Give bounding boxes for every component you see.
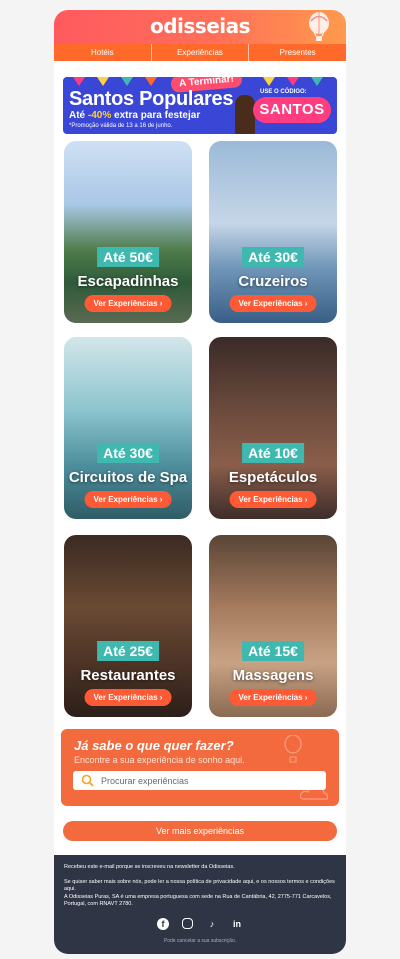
balloon-doodle-icon: [284, 735, 302, 763]
banner-person-image: [235, 95, 255, 134]
search-input[interactable]: Procurar experiências: [73, 771, 326, 790]
nav-experiencias[interactable]: Experiências: [152, 44, 250, 61]
banner-subtitle-prefix: Até: [69, 110, 86, 121]
newsletter-email: odisseias Hotéis Experiências Presentes: [54, 10, 346, 954]
card-title: Circuitos de Spa: [68, 469, 188, 486]
facebook-icon[interactable]: f: [157, 918, 169, 930]
price-badge: Até 50€: [97, 247, 159, 267]
search-title: Já sabe o que quer fazer?: [74, 738, 234, 753]
view-experiences-button[interactable]: Ver Experiências ›: [84, 689, 172, 706]
card-circuitos-de-spa[interactable]: Até 30€ Circuitos de Spa Ver Experiência…: [64, 337, 192, 519]
linkedin-icon[interactable]: in: [231, 918, 243, 930]
header: odisseias: [54, 10, 346, 44]
banner-discount: -40%: [87, 110, 112, 121]
banner-subtitle-suffix: extra para festejar: [114, 110, 201, 121]
card-massagens[interactable]: Até 15€ Massagens Ver Experiências ›: [209, 535, 337, 717]
odisseias-logo[interactable]: odisseias: [54, 14, 346, 38]
footer: Recebeu este e-mail porque se inscreveu …: [54, 855, 346, 954]
view-experiences-button[interactable]: Ver Experiências ›: [84, 295, 172, 312]
view-experiences-button[interactable]: Ver Experiências ›: [229, 295, 317, 312]
card-title: Espetáculos: [228, 469, 318, 486]
card-escapadinhas[interactable]: Até 50€ Escapadinhas Ver Experiências ›: [64, 141, 192, 323]
view-experiences-button[interactable]: Ver Experiências ›: [229, 689, 317, 706]
social-links: f ♪ in: [54, 918, 346, 930]
promo-code: SANTOS: [253, 97, 331, 123]
santos-populares-banner[interactable]: A Terminar! Santos Populares Até -40% ex…: [63, 77, 337, 134]
card-title: Escapadinhas: [77, 273, 179, 290]
banner-note: *Promoção válida de 13 a 16 de junho.: [69, 123, 173, 129]
card-cruzeiros[interactable]: Até 30€ Cruzeiros Ver Experiências ›: [209, 141, 337, 323]
search-section: Já sabe o que quer fazer? Encontre a sua…: [61, 729, 339, 806]
card-restaurantes[interactable]: Até 25€ Restaurantes Ver Experiências ›: [64, 535, 192, 717]
card-title: Restaurantes: [80, 667, 176, 684]
banner-title: Santos Populares: [69, 88, 234, 110]
tiktok-icon[interactable]: ♪: [206, 918, 218, 930]
view-experiences-button[interactable]: Ver Experiências ›: [229, 491, 317, 508]
footer-company-info: A Odisseias Puras, SA é uma empresa port…: [64, 894, 332, 907]
hot-air-balloon-icon: [309, 12, 329, 41]
view-experiences-button[interactable]: Ver Experiências ›: [84, 491, 172, 508]
price-badge: Até 30€: [242, 247, 304, 267]
card-title: Massagens: [232, 667, 314, 684]
price-badge: Até 15€: [242, 641, 304, 661]
banner-subtitle: Até -40% extra para festejar: [69, 110, 200, 121]
card-title: Cruzeiros: [238, 273, 308, 290]
footer-subscription-reason: Recebeu este e-mail porque se inscreveu …: [64, 864, 235, 870]
search-placeholder: Procurar experiências: [101, 776, 189, 786]
more-experiences-button[interactable]: Ver mais experiências: [63, 821, 337, 841]
price-badge: Até 25€: [97, 641, 159, 661]
nav-hoteis[interactable]: Hotéis: [54, 44, 152, 61]
search-icon: [81, 774, 94, 787]
card-espetaculos[interactable]: Até 10€ Espetáculos Ver Experiências ›: [209, 337, 337, 519]
instagram-icon[interactable]: [182, 918, 193, 929]
footer-privacy-terms[interactable]: Se quiser saber mais sobre nós, pode ler…: [64, 879, 336, 893]
price-badge: Até 10€: [242, 443, 304, 463]
search-subtitle: Encontre a sua experiência de sonho aqui…: [74, 755, 245, 765]
code-label: USE O CÓDIGO:: [260, 89, 307, 95]
top-navigation: Hotéis Experiências Presentes: [54, 44, 346, 61]
price-badge: Até 30€: [97, 443, 159, 463]
unsubscribe-link[interactable]: Pode cancelar a sua subscrição.: [54, 938, 346, 944]
nav-presentes[interactable]: Presentes: [249, 44, 346, 61]
page-background: odisseias Hotéis Experiências Presentes: [0, 0, 400, 959]
